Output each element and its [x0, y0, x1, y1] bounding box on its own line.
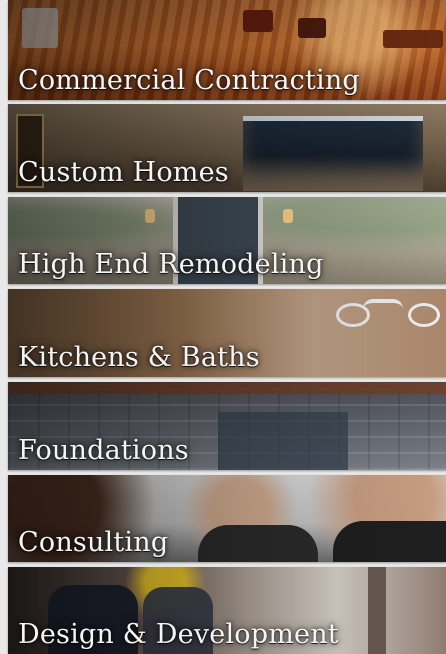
banner-label: Commercial Contracting — [18, 65, 360, 96]
banner-label: Kitchens & Baths — [18, 342, 260, 373]
banner-custom-homes[interactable]: Custom Homes — [8, 104, 446, 192]
banner-design-development[interactable]: Design & Development — [8, 567, 446, 654]
banner-label: Custom Homes — [18, 157, 229, 188]
banner-foundations[interactable]: Foundations — [8, 382, 446, 470]
banner-commercial-contracting[interactable]: Commercial Contracting — [8, 0, 446, 100]
banner-label: Design & Development — [18, 619, 339, 650]
service-banner-menu: Commercial Contracting Custom Homes High… — [0, 0, 446, 654]
banner-kitchens-baths[interactable]: Kitchens & Baths — [8, 289, 446, 377]
banner-high-end-remodeling[interactable]: High End Remodeling — [8, 197, 446, 284]
banner-label: Foundations — [18, 435, 189, 466]
banner-label: Consulting — [18, 527, 169, 558]
banner-label: High End Remodeling — [18, 249, 324, 280]
banner-consulting[interactable]: Consulting — [8, 475, 446, 562]
